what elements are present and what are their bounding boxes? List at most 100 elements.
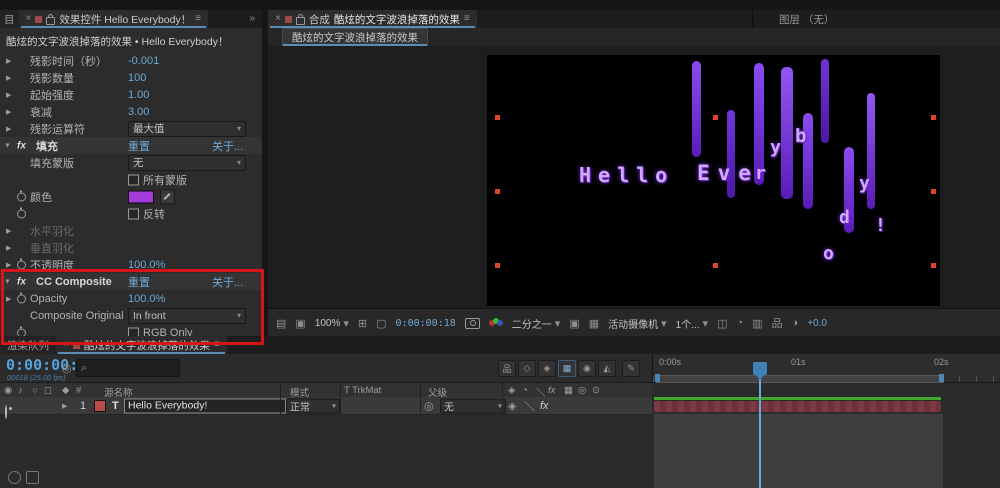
preview-timecode[interactable]: 0:00:00:18 — [396, 318, 456, 329]
pixel-aspect-icon[interactable]: ◫ — [717, 317, 727, 330]
pickwhip-icon[interactable]: ◎ — [424, 399, 434, 412]
reset-link[interactable]: 重置 — [128, 138, 150, 154]
comp-duration-area[interactable] — [654, 414, 943, 488]
selection-handle[interactable] — [495, 115, 500, 120]
twirl-icon[interactable]: ▶ — [6, 244, 11, 252]
twirl-icon[interactable]: ▶ — [6, 91, 11, 99]
comp-nav-tab[interactable]: 酷炫的文字波浪掉落的效果 — [282, 28, 428, 46]
tab-effect-controls[interactable]: × 效果控件 Hello Everybody！ ≡ — [18, 10, 209, 28]
selection-handle[interactable] — [713, 115, 718, 120]
view-options-icon[interactable]: ▤ — [276, 317, 286, 330]
fill-mask-dropdown[interactable]: 无 ▾ — [128, 154, 246, 171]
property-value[interactable]: 1.00 — [128, 89, 149, 101]
twirl-icon[interactable]: ▶ — [6, 261, 11, 269]
selection-handle[interactable] — [495, 263, 500, 268]
blend-mode-dropdown[interactable]: 正常 ▾ — [286, 398, 340, 413]
timeline-button-icon[interactable]: ▥ — [752, 317, 762, 330]
property-value[interactable]: 3.00 — [128, 106, 149, 118]
twirl-icon[interactable]: ▶ — [6, 227, 11, 235]
resolution-dropdown[interactable]: 二分之一 ▾ — [512, 316, 561, 331]
search-input[interactable] — [90, 361, 165, 375]
property-value[interactable]: 100 — [128, 72, 146, 84]
playhead-marker[interactable] — [753, 362, 767, 380]
active-camera-dropdown[interactable]: 活动摄像机 ▾ — [608, 316, 667, 331]
fx-toggle-icon[interactable]: fx — [540, 400, 549, 412]
work-area-bar[interactable] — [656, 375, 944, 383]
comp-canvas[interactable]: Hello Eve r y b y d o ! — [487, 55, 940, 306]
safe-margins-icon[interactable]: ⊞ — [358, 317, 367, 330]
twirl-icon[interactable]: ▶ — [62, 402, 67, 410]
operator-dropdown[interactable]: 最大值 ▾ — [128, 120, 246, 137]
twirl-icon[interactable]: ▶ — [6, 57, 11, 65]
mask-visibility-icon[interactable]: ▢ — [376, 317, 386, 330]
work-area-start-handle[interactable] — [655, 374, 660, 382]
twirl-icon[interactable]: ▶ — [6, 108, 11, 116]
roi-icon[interactable]: ▣ — [569, 317, 579, 330]
show-channel-icon[interactable] — [488, 318, 503, 328]
parent-dropdown[interactable]: 无 ▾ — [440, 398, 506, 413]
trkmat-column-label[interactable]: T TrkMat — [344, 385, 381, 396]
selection-handle[interactable] — [495, 189, 500, 194]
filter-icon[interactable]: ◎ — [62, 362, 72, 375]
about-link[interactable]: 关于... — [212, 138, 243, 154]
flowchart-button-icon[interactable]: 品 — [772, 315, 783, 331]
fast-preview-icon[interactable]: ◔ — [736, 317, 743, 329]
work-area-end-handle[interactable] — [939, 374, 944, 382]
flowchart-icon[interactable]: 品 — [498, 360, 516, 377]
view-layout-dropdown[interactable]: 1个... ▾ — [676, 316, 708, 331]
lock-icon[interactable] — [46, 13, 56, 25]
motion-blur-icon[interactable]: ◉ — [578, 360, 596, 377]
project-panel-tab[interactable]: 目 — [0, 10, 19, 28]
color-swatch[interactable] — [128, 190, 154, 203]
effect-header-fill[interactable]: ▼ fx 填充 重置 关于... — [0, 137, 262, 154]
comp-viewer[interactable]: Hello Eve r y b y d o ! — [268, 46, 1000, 308]
toggle-switches-icon[interactable] — [8, 471, 21, 484]
selection-handle[interactable] — [931, 115, 936, 120]
playhead-line[interactable] — [759, 362, 761, 488]
layer-name-box[interactable]: Hello Everybody! — [124, 398, 286, 413]
property-value[interactable]: -0.001 — [128, 55, 159, 67]
twirl-icon[interactable]: ▶ — [6, 125, 11, 133]
all-masks-checkbox[interactable] — [128, 174, 139, 185]
shy-toggle-icon[interactable]: ◈ — [508, 399, 516, 412]
twirl-icon[interactable]: ▼ — [4, 142, 11, 149]
snapshot-icon[interactable] — [464, 317, 480, 329]
effect-name[interactable]: 填充 — [36, 138, 58, 154]
close-icon[interactable]: × — [275, 14, 281, 24]
stopwatch-icon[interactable] — [17, 190, 26, 201]
draft3d-icon[interactable]: ◇ — [518, 360, 536, 377]
layer-row[interactable]: ▶ 1 T Hello Everybody! 正常 ▾ ◎ 无 ▾ ◈ ＼ fx — [0, 397, 652, 419]
tab-composition[interactable]: × 合成 酷炫的文字波浪掉落的效果 ≡ — [268, 10, 477, 28]
selection-handle[interactable] — [931, 263, 936, 268]
tab-layer[interactable]: 图层 （无） — [779, 10, 834, 28]
timeline-searchbox[interactable]: ⌕ — [76, 359, 180, 377]
exposure-value[interactable]: +0.0 — [807, 318, 827, 329]
frame-blend-icon[interactable]: ▦ — [558, 360, 576, 377]
transfer-controls-icon[interactable] — [26, 471, 39, 484]
graph-editor-icon[interactable]: ◭ — [598, 360, 616, 377]
layer-label-chip[interactable] — [94, 399, 106, 412]
brainstorm-icon[interactable]: ✎ — [622, 360, 640, 377]
quality-toggle-icon[interactable]: ＼ — [524, 398, 535, 414]
tab-overflow[interactable]: » — [242, 10, 262, 28]
hide-shy-icon[interactable]: ◈ — [538, 360, 556, 377]
twirl-icon[interactable]: ▶ — [6, 74, 11, 82]
stopwatch-icon[interactable] — [17, 207, 26, 218]
stopwatch-icon[interactable] — [17, 258, 26, 269]
eye-icon[interactable] — [5, 404, 7, 419]
eyedropper-icon[interactable] — [160, 189, 175, 204]
panel-menu-icon[interactable]: ≡ — [464, 14, 470, 24]
selection-handle[interactable] — [713, 263, 718, 268]
transparency-grid-icon[interactable]: ▦ — [589, 317, 599, 330]
lock-icon[interactable] — [295, 13, 305, 25]
exposure-reset-icon[interactable]: ◑ — [792, 317, 799, 329]
panel-menu-icon[interactable]: ≡ — [195, 14, 201, 24]
layer-duration-bar[interactable] — [654, 401, 941, 412]
magnification-dropdown[interactable]: 100% ▾ — [315, 317, 349, 330]
close-icon[interactable]: × — [26, 14, 32, 24]
time-ruler[interactable]: 0:00s 01s 02s — [652, 354, 1000, 383]
invert-checkbox[interactable] — [128, 208, 139, 219]
guides-icon[interactable]: ▣ — [295, 317, 305, 330]
selection-handle[interactable] — [931, 189, 936, 194]
property-row-echo-operator: ▶ 残影运算符 最大值 ▾ — [0, 120, 262, 137]
